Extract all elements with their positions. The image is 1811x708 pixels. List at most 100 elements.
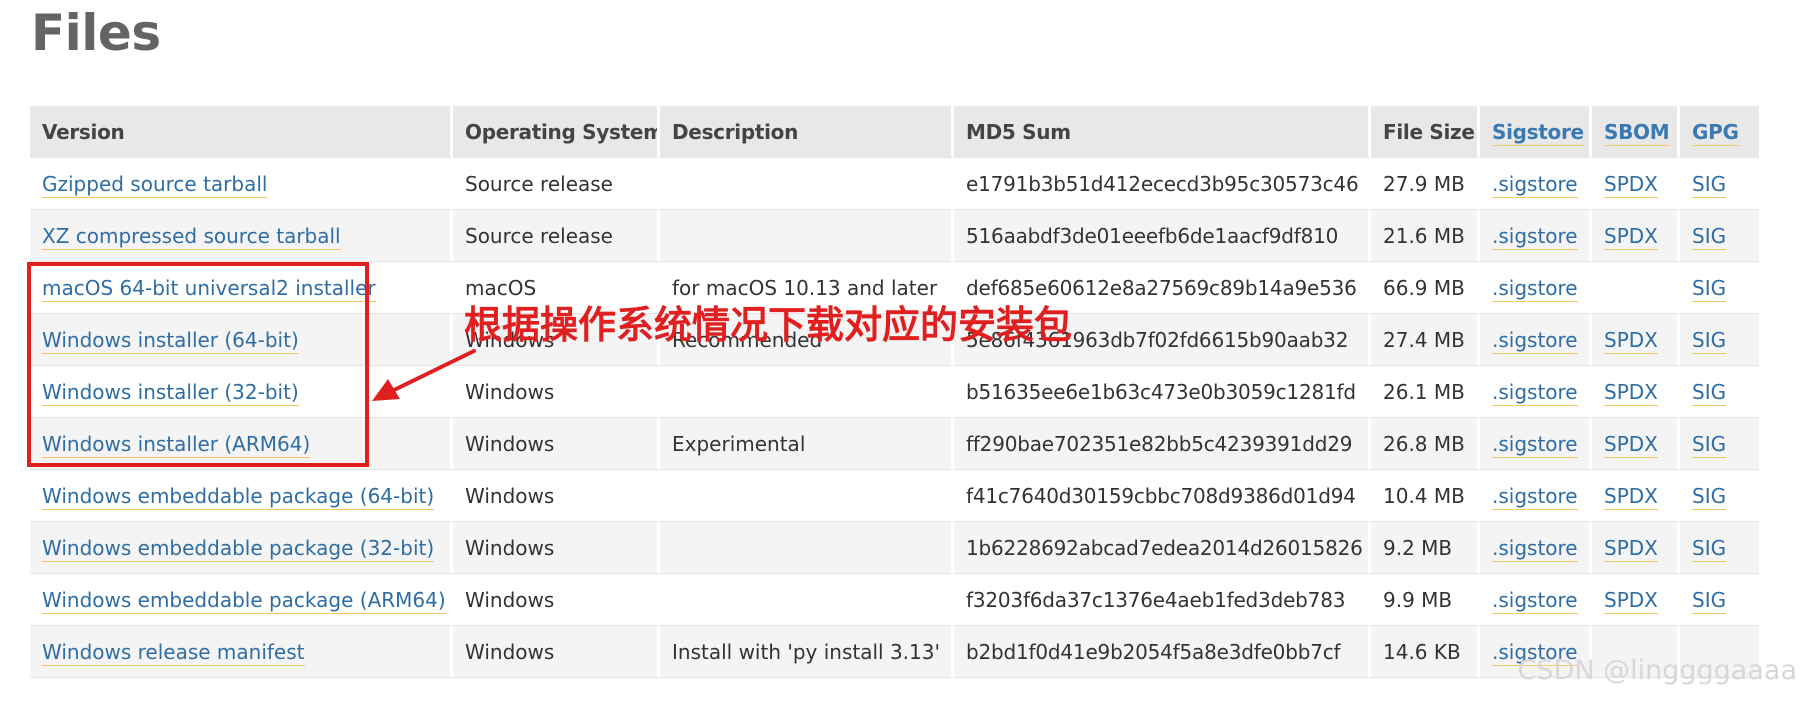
table-row: Windows embeddable package (64-bit) Windo… (30, 470, 1759, 522)
md5-cell: ff290bae702351e82bb5c4239391dd29 (954, 418, 1371, 470)
sigstore-cell: .sigstore (1480, 366, 1592, 418)
col-header-os: Operating System (453, 106, 660, 158)
table-row: Windows release manifest Windows Install w… (30, 626, 1759, 678)
size-cell: 26.8 MB (1371, 418, 1480, 470)
sigstore-link[interactable]: .sigstore (1492, 327, 1578, 354)
version-cell: Windows embeddable package (64-bit) (30, 470, 453, 522)
version-cell: Windows embeddable package (ARM64) (30, 574, 453, 626)
sigstore-cell: .sigstore (1480, 314, 1592, 366)
os-cell: Source release (453, 158, 660, 210)
table-row: Gzipped source tarball Source release e179… (30, 158, 1759, 210)
gpg-link[interactable]: SIG (1692, 223, 1727, 250)
sigstore-link[interactable]: .sigstore (1492, 431, 1578, 458)
sbom-cell: SPDX (1592, 574, 1680, 626)
version-cell: Windows embeddable package (32-bit) (30, 522, 453, 574)
col-header-md5: MD5 Sum (954, 106, 1371, 158)
sbom-link[interactable]: SPDX (1604, 587, 1658, 614)
highlight-box (27, 262, 369, 467)
size-cell: 21.6 MB (1371, 210, 1480, 262)
file-link[interactable]: Windows release manifest (42, 639, 305, 666)
gpg-cell: SIG (1680, 418, 1759, 470)
col-header-sbom: SBOM (1592, 106, 1680, 158)
sbom-cell: SPDX (1592, 470, 1680, 522)
annotation-arrow-icon (372, 349, 476, 401)
sbom-cell: SPDX (1592, 314, 1680, 366)
watermark: CSDN @linggggaaaa (1517, 655, 1797, 686)
version-cell: Gzipped source tarball (30, 158, 453, 210)
md5-cell: f3203f6da37c1376e4aeb1fed3deb783 (954, 574, 1371, 626)
sigstore-cell: .sigstore (1480, 522, 1592, 574)
gpg-link[interactable]: SIG (1692, 431, 1727, 458)
sigstore-cell: .sigstore (1480, 262, 1592, 314)
file-link[interactable]: Windows embeddable package (32-bit) (42, 535, 435, 562)
gpg-link[interactable]: SIG (1692, 275, 1727, 302)
gpg-cell: SIG (1680, 366, 1759, 418)
page-title: Files (31, 4, 161, 62)
os-cell: Windows (453, 626, 660, 678)
sbom-link[interactable]: SPDX (1604, 171, 1658, 198)
sbom-cell: SPDX (1592, 158, 1680, 210)
sigstore-link[interactable]: .sigstore (1492, 379, 1578, 406)
md5-cell: 1b6228692abcad7edea2014d26015826 (954, 522, 1371, 574)
sbom-link[interactable]: SPDX (1604, 223, 1658, 250)
gpg-link[interactable]: SIG (1692, 171, 1727, 198)
size-cell: 14.6 KB (1371, 626, 1480, 678)
col-header-size: File Size (1371, 106, 1480, 158)
annotation-text: 根据操作系统情况下载对应的安装包 (464, 303, 1073, 347)
size-cell: 10.4 MB (1371, 470, 1480, 522)
table-row: Windows embeddable package (ARM64) Window… (30, 574, 1759, 626)
description-cell: Experimental (660, 418, 954, 470)
sigstore-cell: .sigstore (1480, 470, 1592, 522)
os-cell: Windows (453, 574, 660, 626)
sbom-link[interactable]: SPDX (1604, 483, 1658, 510)
size-cell: 27.9 MB (1371, 158, 1480, 210)
gpg-link[interactable]: SIG (1692, 587, 1727, 614)
size-cell: 9.2 MB (1371, 522, 1480, 574)
file-link[interactable]: Windows embeddable package (ARM64) (42, 587, 446, 614)
md5-cell: 516aabdf3de01eeefb6de1aacf9df810 (954, 210, 1371, 262)
col-header-description: Description (660, 106, 954, 158)
file-link[interactable]: XZ compressed source tarball (42, 223, 341, 250)
sigstore-cell: .sigstore (1480, 210, 1592, 262)
sbom-link[interactable]: SPDX (1604, 379, 1658, 406)
description-cell (660, 210, 954, 262)
description-cell (660, 470, 954, 522)
sbom-cell: SPDX (1592, 522, 1680, 574)
sbom-link[interactable]: SPDX (1604, 431, 1658, 458)
os-cell: Windows (453, 522, 660, 574)
file-link[interactable]: Gzipped source tarball (42, 171, 268, 198)
description-cell (660, 366, 954, 418)
gpg-cell: SIG (1680, 262, 1759, 314)
sbom-header-link[interactable]: SBOM (1604, 119, 1670, 146)
md5-cell: b51635ee6e1b63c473e0b3059c1281fd (954, 366, 1371, 418)
os-cell: Windows (453, 470, 660, 522)
sigstore-link[interactable]: .sigstore (1492, 587, 1578, 614)
size-cell: 27.4 MB (1371, 314, 1480, 366)
sigstore-header-link[interactable]: Sigstore (1492, 119, 1584, 146)
gpg-link[interactable]: SIG (1692, 327, 1727, 354)
gpg-cell: SIG (1680, 210, 1759, 262)
sigstore-link[interactable]: .sigstore (1492, 275, 1578, 302)
sigstore-cell: .sigstore (1480, 158, 1592, 210)
version-cell: XZ compressed source tarball (30, 210, 453, 262)
gpg-link[interactable]: SIG (1692, 535, 1727, 562)
gpg-header-link[interactable]: GPG (1692, 119, 1739, 146)
sigstore-link[interactable]: .sigstore (1492, 535, 1578, 562)
gpg-link[interactable]: SIG (1692, 379, 1727, 406)
gpg-link[interactable]: SIG (1692, 483, 1727, 510)
sbom-link[interactable]: SPDX (1604, 535, 1658, 562)
sigstore-link[interactable]: .sigstore (1492, 483, 1578, 510)
sigstore-link[interactable]: .sigstore (1492, 223, 1578, 250)
sbom-cell (1592, 262, 1680, 314)
sigstore-cell: .sigstore (1480, 418, 1592, 470)
file-link[interactable]: Windows embeddable package (64-bit) (42, 483, 435, 510)
version-cell: Windows release manifest (30, 626, 453, 678)
sbom-cell: SPDX (1592, 210, 1680, 262)
description-cell (660, 158, 954, 210)
sigstore-cell: .sigstore (1480, 574, 1592, 626)
sigstore-link[interactable]: .sigstore (1492, 171, 1578, 198)
os-cell: Source release (453, 210, 660, 262)
col-header-gpg: GPG (1680, 106, 1759, 158)
sbom-link[interactable]: SPDX (1604, 327, 1658, 354)
gpg-cell: SIG (1680, 158, 1759, 210)
